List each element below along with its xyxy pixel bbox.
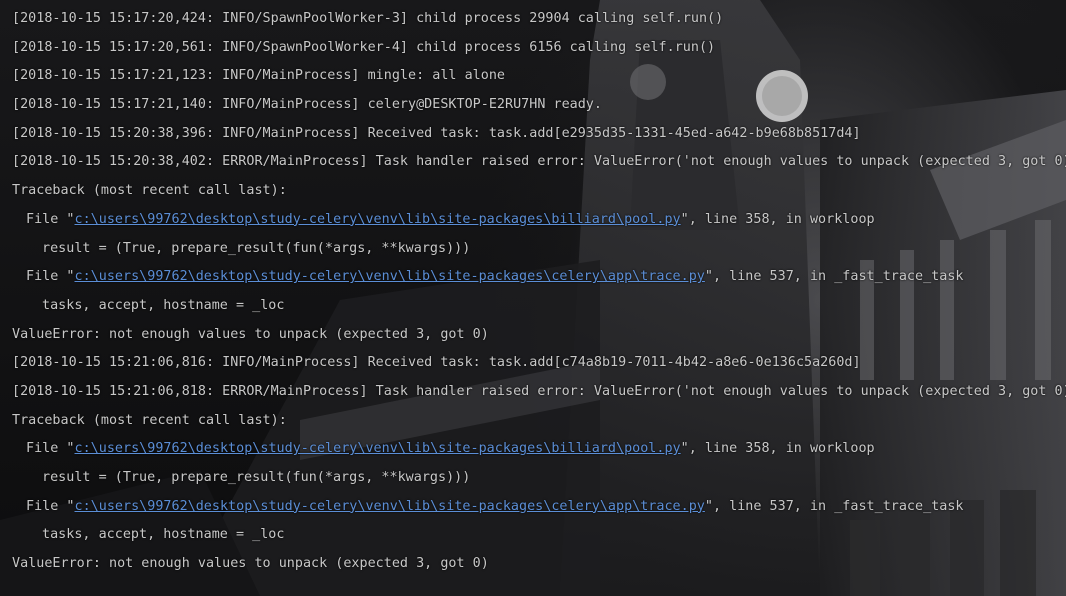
traceback-frame: File "c:\users\99762\desktop\study-celer… <box>12 206 1062 235</box>
traceback-file-link[interactable]: c:\users\99762\desktop\study-celery\venv… <box>75 269 705 284</box>
traceback-frame: File "c:\users\99762\desktop\study-celer… <box>12 493 1062 522</box>
traceback-frame-prefix: File " <box>26 211 75 227</box>
traceback-frame-suffix: ", line 358, in workloop <box>680 211 875 227</box>
traceback-frame-suffix: ", line 358, in workloop <box>680 441 875 457</box>
log-line: [2018-10-15 15:21:06,816: INFO/MainProce… <box>12 355 861 371</box>
traceback-header: Traceback (most recent call last): <box>12 412 287 428</box>
traceback-frame-prefix: File " <box>26 441 75 457</box>
traceback-code-line: tasks, accept, hostname = _loc <box>42 297 285 313</box>
error-message: ValueError: not enough values to unpack … <box>12 556 489 572</box>
traceback-frame-prefix: File " <box>26 269 75 285</box>
traceback-header: Traceback (most recent call last): <box>12 183 287 199</box>
error-message: ValueError: not enough values to unpack … <box>12 326 489 342</box>
traceback-code-line: result = (True, prepare_result(fun(*args… <box>42 470 471 485</box>
traceback-frame-prefix: File " <box>26 498 75 514</box>
traceback-file-link[interactable]: c:\users\99762\desktop\study-celery\venv… <box>75 212 681 227</box>
traceback-file-link[interactable]: c:\users\99762\desktop\study-celery\venv… <box>75 499 705 514</box>
log-line: [2018-10-15 15:17:20,424: INFO/SpawnPool… <box>12 11 724 26</box>
log-line: [2018-10-15 15:17:21,140: INFO/MainProce… <box>12 97 602 113</box>
traceback-code-line: result = (True, prepare_result(fun(*args… <box>42 240 471 256</box>
traceback-code-line: tasks, accept, hostname = _loc <box>42 527 285 543</box>
log-lines: [2018-10-15 15:17:20,424: INFO/SpawnPool… <box>12 5 1066 579</box>
traceback-frame: File "c:\users\99762\desktop\study-celer… <box>12 263 1062 292</box>
traceback-frame: File "c:\users\99762\desktop\study-celer… <box>12 435 1062 464</box>
console-output-panel[interactable]: [2018-10-15 15:17:20,424: INFO/SpawnPool… <box>0 0 1066 596</box>
log-line: [2018-10-15 15:17:20,561: INFO/SpawnPool… <box>12 39 716 55</box>
log-line: [2018-10-15 15:20:38,396: INFO/MainProce… <box>12 125 861 141</box>
traceback-frame-suffix: ", line 537, in _fast_trace_task <box>704 269 964 285</box>
log-line-error: [2018-10-15 15:21:06,818: ERROR/MainProc… <box>12 383 1066 399</box>
log-line-error: [2018-10-15 15:20:38,402: ERROR/MainProc… <box>12 154 1066 170</box>
log-line: [2018-10-15 15:17:21,123: INFO/MainProce… <box>12 68 505 84</box>
traceback-frame-suffix: ", line 537, in _fast_trace_task <box>704 498 964 514</box>
traceback-file-link[interactable]: c:\users\99762\desktop\study-celery\venv… <box>75 441 681 456</box>
